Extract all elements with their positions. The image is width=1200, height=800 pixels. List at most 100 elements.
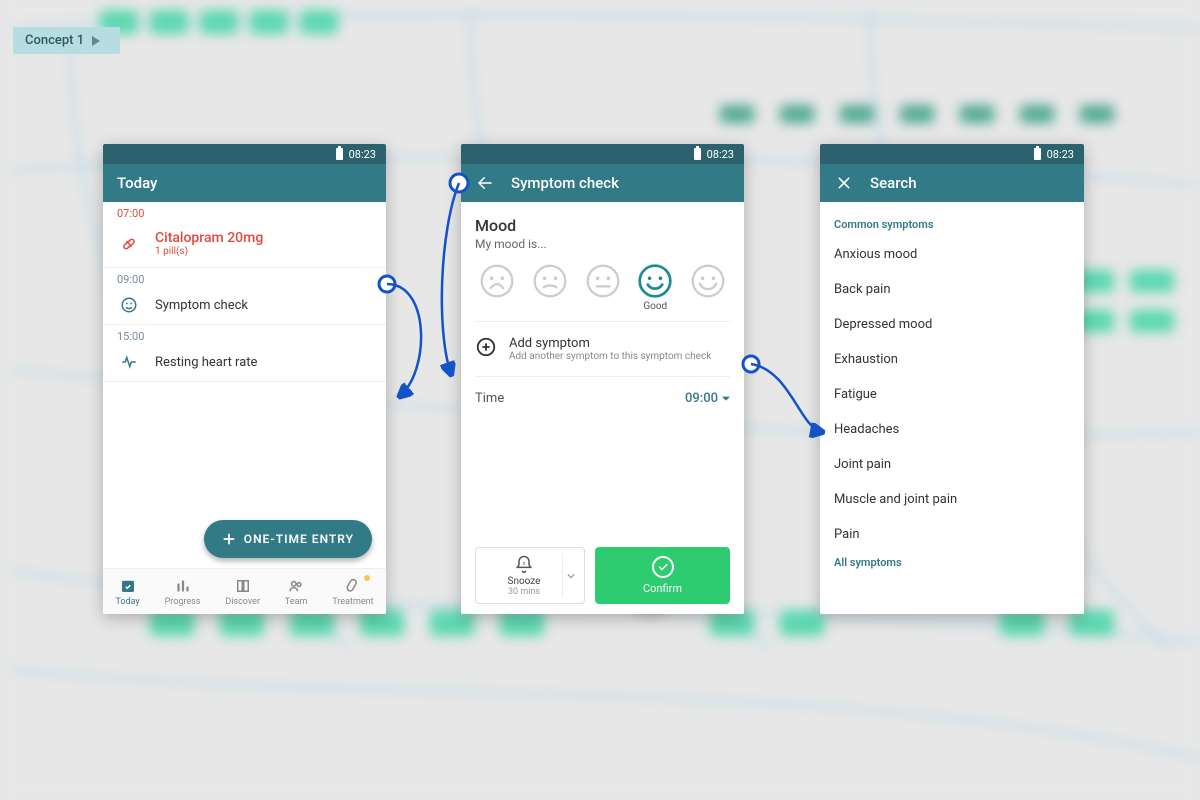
add-symptom-row[interactable]: Add symptom Add another symptom to this …: [475, 322, 730, 377]
time-value[interactable]: 09:00: [685, 391, 730, 406]
nav-label: Treatment: [332, 597, 373, 607]
item-title: Symptom check: [155, 298, 248, 313]
face-label: Good: [643, 301, 667, 313]
symptom-item[interactable]: Back pain: [834, 272, 1070, 307]
item-title: Citalopram 20mg: [155, 230, 263, 246]
time-label: 09:00: [103, 268, 386, 288]
time-row: Time 09:00: [475, 377, 730, 420]
nav-team[interactable]: Team: [285, 577, 308, 607]
phone-today: 08:23 Today 07:00 Citalopram 20mg 1 pill…: [103, 144, 386, 614]
confirm-label: Confirm: [643, 582, 682, 595]
nav-discover[interactable]: Discover: [225, 577, 260, 607]
pulse-icon: [117, 353, 141, 371]
today-content: 07:00 Citalopram 20mg 1 pill(s) 09:00 Sy…: [103, 202, 386, 614]
symptom-item[interactable]: Muscle and joint pain: [834, 482, 1070, 517]
status-bar: 08:23: [820, 144, 1084, 164]
plus-icon: [222, 532, 236, 546]
symptom-content: Mood My mood is... Good Add symptom Add …: [461, 202, 744, 614]
face-neutral[interactable]: [585, 263, 621, 299]
face-sad[interactable]: [479, 263, 515, 299]
bottom-nav: Today Progress Discover Team Treatment: [103, 568, 386, 614]
close-button[interactable]: [834, 173, 854, 193]
nav-label: Team: [285, 597, 308, 607]
face-icon: [117, 296, 141, 314]
schedule-item-med: 07:00 Citalopram 20mg 1 pill(s): [103, 202, 386, 268]
svg-text:z: z: [523, 561, 525, 566]
item-sub: 1 pill(s): [155, 246, 263, 257]
snooze-label: Snooze: [508, 576, 541, 587]
search-content: Common symptoms Anxious mood Back pain D…: [820, 202, 1084, 614]
schedule-row[interactable]: Citalopram 20mg 1 pill(s): [103, 222, 386, 268]
page-title: Search: [870, 174, 917, 192]
symptom-item[interactable]: Depressed mood: [834, 307, 1070, 342]
status-time: 08:23: [707, 148, 734, 161]
book-icon: [234, 577, 252, 595]
add-symptom-sub: Add another symptom to this symptom chec…: [509, 351, 711, 362]
schedule-item-pulse: 15:00 Resting heart rate: [103, 325, 386, 382]
bottom-actions: z Snooze 30 mins Confirm: [475, 547, 730, 604]
battery-icon: [1034, 148, 1041, 160]
snooze-button[interactable]: z Snooze 30 mins: [475, 547, 585, 604]
schedule-item-symptom: 09:00 Symptom check: [103, 268, 386, 325]
mood-subheading: My mood is...: [475, 237, 730, 251]
check-circle-icon: [652, 556, 674, 578]
nav-today[interactable]: Today: [115, 577, 139, 607]
status-bar: 08:23: [461, 144, 744, 164]
app-bar: Search: [820, 164, 1084, 202]
chevron-down-icon: [567, 572, 575, 580]
time-label: Time: [475, 391, 504, 406]
status-time: 08:23: [349, 148, 376, 161]
snooze-duration: 30 mins: [508, 587, 540, 597]
fab-label: ONE-TIME ENTRY: [244, 532, 354, 546]
calendar-check-icon: [119, 577, 137, 595]
snooze-dropdown[interactable]: [562, 554, 578, 597]
app-bar: Today: [103, 164, 386, 202]
app-bar: Symptom check: [461, 164, 744, 202]
symptom-item[interactable]: Headaches: [834, 412, 1070, 447]
nav-label: Discover: [225, 597, 260, 607]
battery-icon: [694, 148, 701, 160]
pill-icon: [117, 235, 141, 253]
schedule-row[interactable]: Resting heart rate: [103, 345, 386, 382]
symptom-item[interactable]: Fatigue: [834, 377, 1070, 412]
battery-icon: [336, 148, 343, 160]
face-good[interactable]: [637, 263, 673, 299]
one-time-entry-button[interactable]: ONE-TIME ENTRY: [204, 520, 372, 558]
mood-heading: Mood: [475, 216, 730, 235]
page-title: Symptom check: [511, 174, 619, 192]
badge-icon: [364, 575, 370, 581]
item-title: Resting heart rate: [155, 355, 257, 370]
confirm-button[interactable]: Confirm: [595, 547, 730, 604]
symptom-item[interactable]: Exhaustion: [834, 342, 1070, 377]
nav-treatment[interactable]: Treatment: [332, 577, 373, 607]
team-icon: [287, 577, 305, 595]
page-title: Today: [117, 174, 157, 192]
concept-tag-label: Concept 1: [25, 33, 84, 48]
play-icon: [92, 36, 100, 46]
arrow-left-icon: [476, 174, 494, 192]
symptom-item[interactable]: Joint pain: [834, 447, 1070, 482]
time-label: 07:00: [103, 202, 386, 222]
close-icon: [836, 175, 852, 191]
chevron-down-icon: [722, 395, 730, 403]
concept-tag[interactable]: Concept 1: [13, 27, 120, 54]
phone-symptom-check: 08:23 Symptom check Mood My mood is... G…: [461, 144, 744, 614]
status-time: 08:23: [1047, 148, 1074, 161]
add-symptom-title: Add symptom: [509, 336, 711, 351]
back-button[interactable]: [475, 173, 495, 193]
status-bar: 08:23: [103, 144, 386, 164]
mood-faces: Good: [475, 263, 730, 322]
phone-search: 08:23 Search Common symptoms Anxious moo…: [820, 144, 1084, 614]
all-symptoms-heading: All symptoms: [834, 556, 1070, 569]
schedule-row[interactable]: Symptom check: [103, 288, 386, 325]
nav-label: Today: [115, 597, 139, 607]
nav-label: Progress: [165, 597, 201, 607]
symptom-item[interactable]: Pain: [834, 517, 1070, 552]
plus-circle-icon: [475, 336, 497, 358]
bars-icon: [174, 577, 192, 595]
face-great[interactable]: [690, 263, 726, 299]
symptom-item[interactable]: Anxious mood: [834, 237, 1070, 272]
face-meh[interactable]: [532, 263, 568, 299]
time-label: 15:00: [103, 325, 386, 345]
nav-progress[interactable]: Progress: [165, 577, 201, 607]
